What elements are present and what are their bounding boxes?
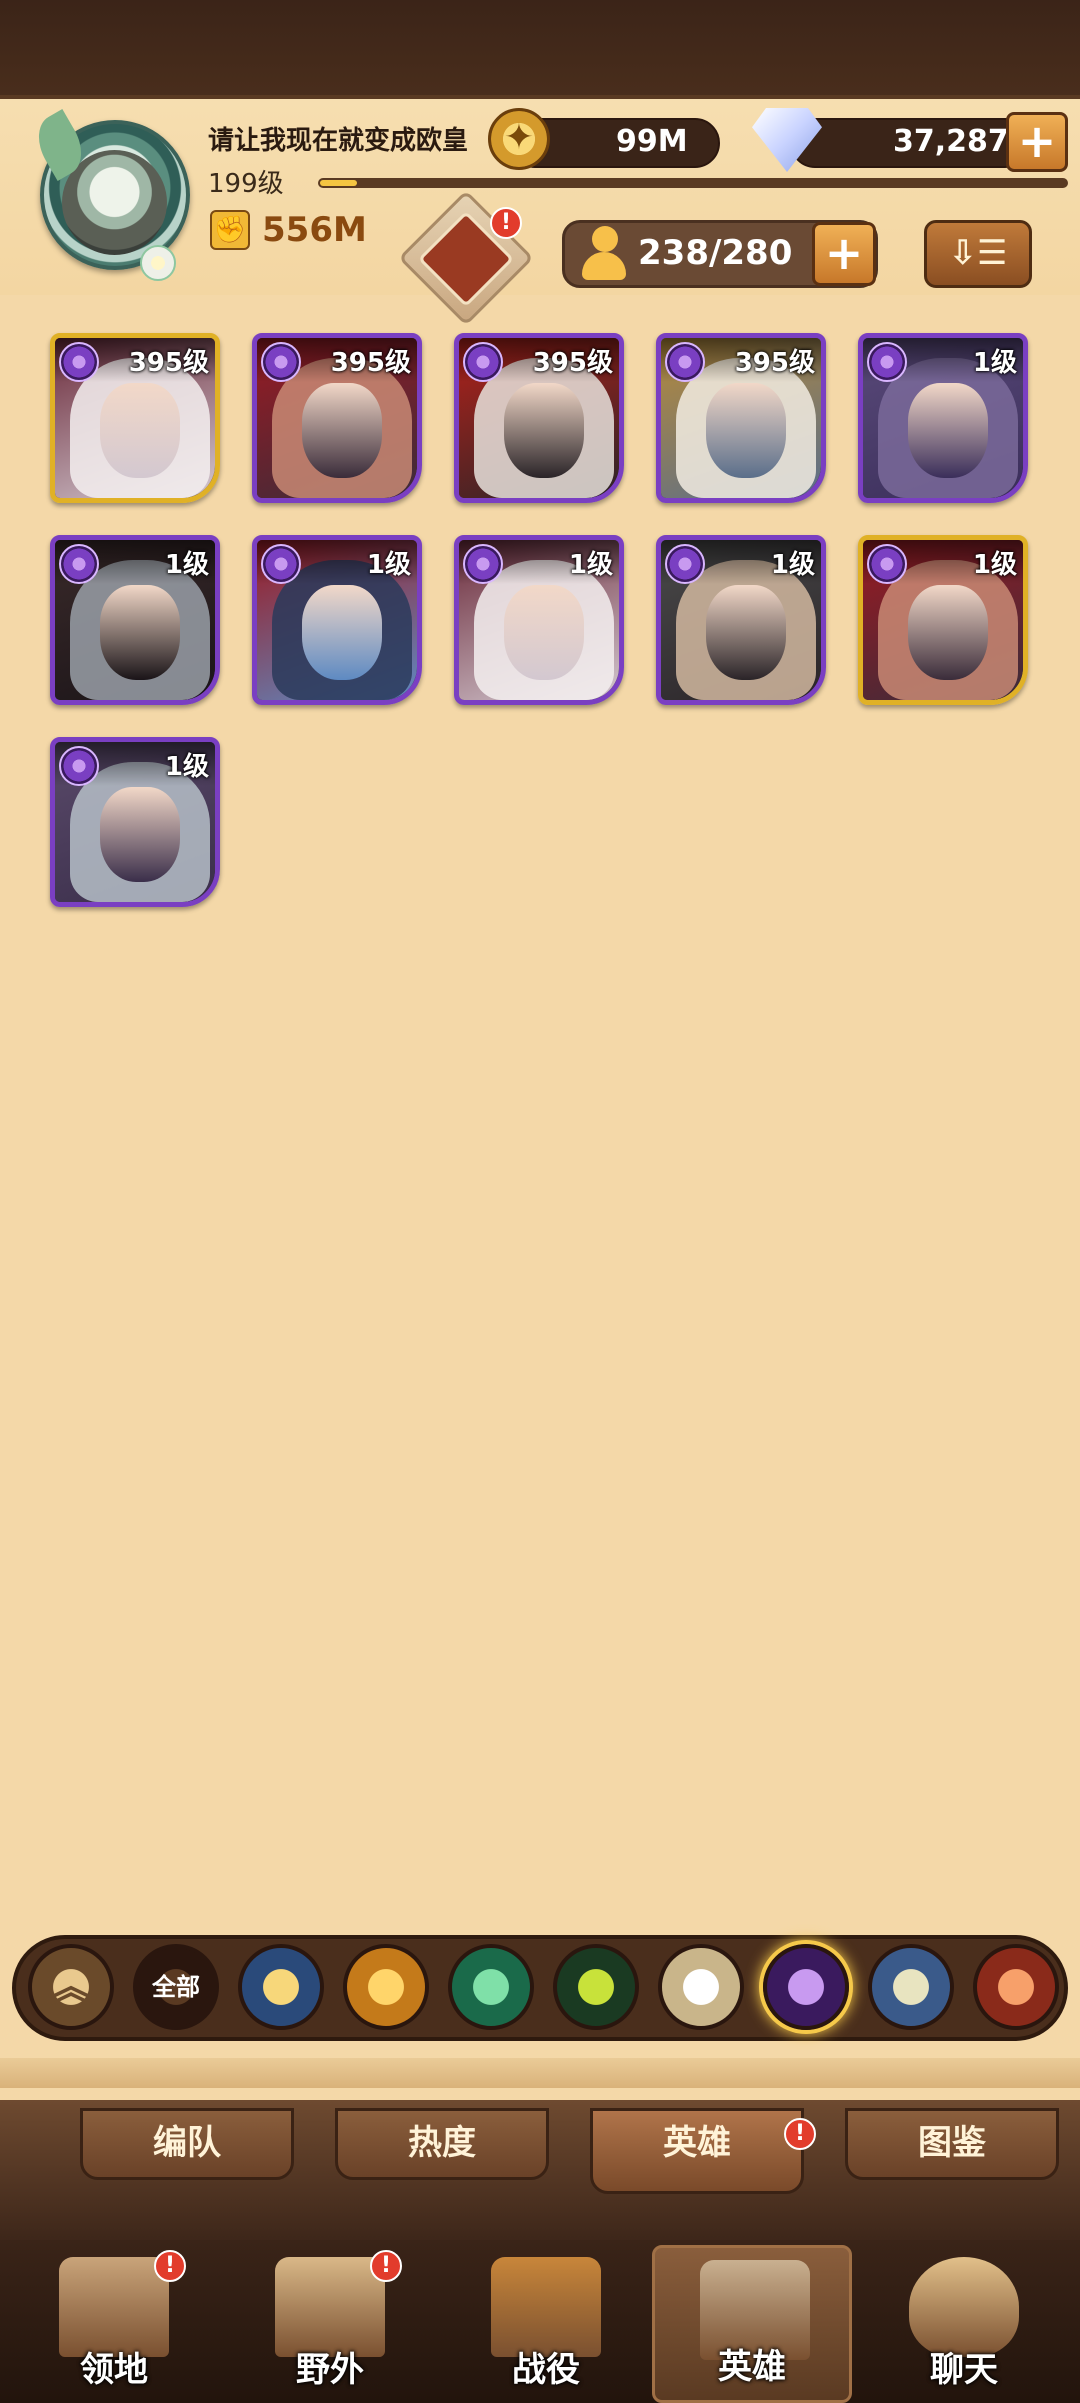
status-bar: [0, 0, 1080, 100]
hero-card[interactable]: 1级: [50, 535, 220, 705]
hero-card[interactable]: 395级: [454, 333, 624, 503]
notification-badge: !: [154, 2250, 186, 2282]
hero-level: 395级: [532, 348, 613, 378]
subtab-label: 编队: [153, 2123, 221, 2163]
hero-face: [100, 383, 180, 478]
combat-power: 556M: [262, 210, 367, 250]
fist-power-icon: ✊: [210, 210, 250, 250]
hero-face: [100, 787, 180, 882]
hero-capacity-count: 238/280: [638, 233, 793, 273]
sort-button[interactable]: ⇩☰: [924, 220, 1032, 288]
subtab-1[interactable]: 热度: [335, 2108, 549, 2180]
hero-card[interactable]: 395级: [656, 333, 826, 503]
hypogean-faction-icon: [59, 544, 99, 584]
hero-level: 395级: [128, 348, 209, 378]
hero-level: 395级: [734, 348, 815, 378]
lightbearer-icon[interactable]: [238, 1944, 324, 2030]
subtab-2[interactable]: 英雄: [590, 2108, 804, 2194]
hero-face: [706, 585, 786, 680]
notification-badge: !: [784, 2118, 816, 2150]
xp-bar-fill: [320, 180, 357, 186]
hypogean-faction-icon: [665, 544, 705, 584]
draconis-icon[interactable]: [973, 1944, 1059, 2030]
subtab-3[interactable]: 图鉴: [845, 2108, 1059, 2180]
hero-card[interactable]: 1级: [50, 737, 220, 907]
graveborn-icon[interactable]: [553, 1944, 639, 2030]
chevron-up-icon[interactable]: ︽: [28, 1944, 114, 2030]
hypogean-faction-icon: [463, 544, 503, 584]
hero-card[interactable]: 1级: [858, 535, 1028, 705]
hero-card[interactable]: 1级: [656, 535, 826, 705]
hero-level: 1级: [568, 550, 613, 580]
nav-label: 战役: [512, 2350, 580, 2390]
gem-value: 37,287: [893, 124, 1009, 159]
nav-label: 野外: [296, 2350, 364, 2390]
hero-level: 1级: [770, 550, 815, 580]
hero-card[interactable]: 395级: [50, 333, 220, 503]
notification-badge: !: [490, 207, 522, 239]
celestial-icon[interactable]: [658, 1944, 744, 2030]
gold-coin-icon: ✦: [488, 108, 550, 170]
hero-face: [504, 585, 584, 680]
hypogean-faction-icon: [867, 544, 907, 584]
hypogean-faction-icon: [665, 342, 705, 382]
nav-label: 领地: [80, 2350, 148, 2390]
nav-item-4[interactable]: 聊天: [864, 2245, 1064, 2403]
nav-item-3[interactable]: 英雄: [652, 2245, 852, 2403]
nav-label: 英雄: [718, 2347, 786, 2387]
hero-level: 1级: [972, 348, 1017, 378]
buy-gems-button[interactable]: +: [1006, 112, 1068, 172]
hero-level: 1级: [164, 550, 209, 580]
hero-face: [100, 585, 180, 680]
dimensional-icon[interactable]: [868, 1944, 954, 2030]
subtab-label: 图鉴: [918, 2123, 986, 2163]
hero-card[interactable]: 1级: [454, 535, 624, 705]
hero-level: 1级: [366, 550, 411, 580]
hero-level: 1级: [164, 752, 209, 782]
hero-face: [302, 383, 382, 478]
notification-badge: !: [370, 2250, 402, 2282]
hero-face: [302, 585, 382, 680]
expand-capacity-button[interactable]: +: [812, 222, 876, 286]
xp-bar: [318, 178, 1068, 188]
nav-item-2[interactable]: 战役: [446, 2245, 646, 2403]
hero-card[interactable]: 1级: [252, 535, 422, 705]
hero-card[interactable]: 395级: [252, 333, 422, 503]
gold-value: 99M: [616, 124, 688, 159]
hypogean-faction-icon: [59, 746, 99, 786]
hero-face: [908, 383, 988, 478]
person-icon: [580, 226, 628, 282]
hypogean-faction-icon: [261, 342, 301, 382]
hypogean-faction-icon: [867, 342, 907, 382]
wilder-icon[interactable]: [448, 1944, 534, 2030]
hero-card[interactable]: 1级: [858, 333, 1028, 503]
subtab-label: 英雄: [663, 2123, 731, 2163]
subtab-0[interactable]: 编队: [80, 2108, 294, 2180]
hypogean-icon[interactable]: [763, 1944, 849, 2030]
hypogean-faction-icon: [463, 342, 503, 382]
hero-face: [908, 585, 988, 680]
subtab-label: 热度: [408, 2123, 476, 2163]
all-icon[interactable]: 全部: [133, 1944, 219, 2030]
hero-face: [706, 383, 786, 478]
divider-strip: [0, 2058, 1080, 2088]
avatar-flower-decoration: [140, 245, 176, 281]
filter-all-label: 全部: [152, 1973, 200, 2001]
mauler-icon[interactable]: [343, 1944, 429, 2030]
hero-level: 1级: [972, 550, 1017, 580]
player-level: 199级: [208, 169, 284, 199]
hero-level: 395级: [330, 348, 411, 378]
hypogean-faction-icon: [261, 544, 301, 584]
hero-face: [504, 383, 584, 478]
player-name: 请让我现在就变成欧皇: [208, 126, 469, 156]
hypogean-faction-icon: [59, 342, 99, 382]
nav-label: 聊天: [930, 2350, 998, 2390]
